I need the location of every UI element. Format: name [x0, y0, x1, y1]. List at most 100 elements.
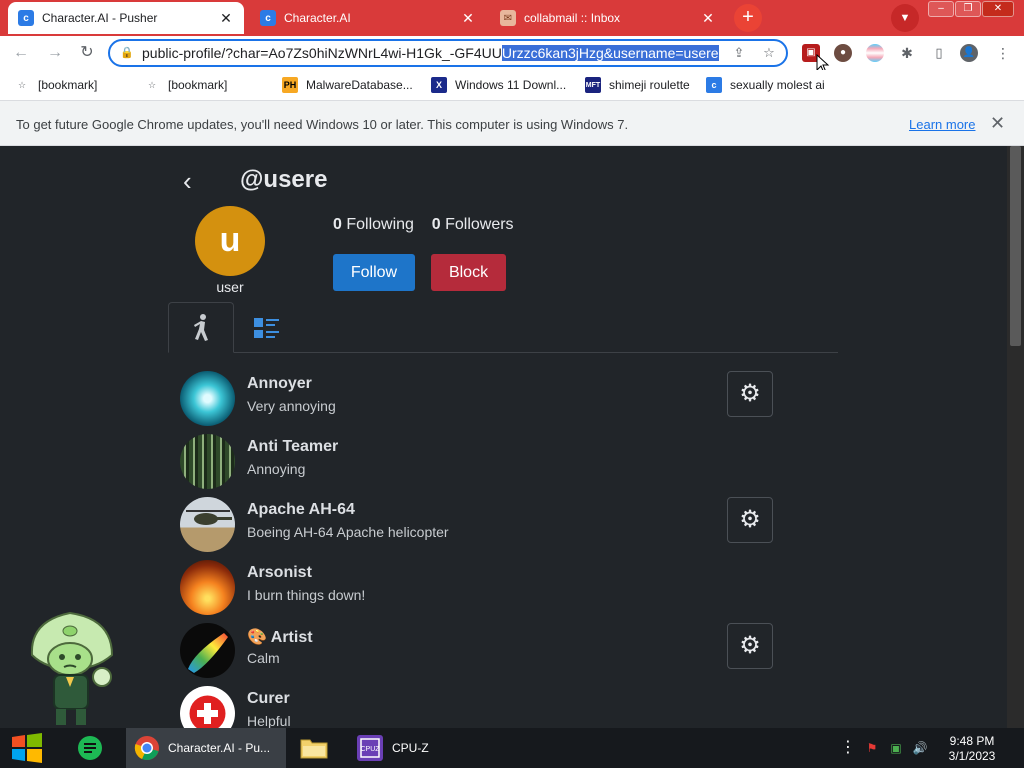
tab-list[interactable] — [234, 302, 300, 353]
tab-title: collabmail :: Inbox — [524, 11, 621, 25]
update-infobar: To get future Google Chrome updates, you… — [0, 100, 1024, 146]
following-label: Following — [346, 216, 414, 233]
action-center-flag-icon[interactable]: ⚑ — [864, 740, 880, 756]
profile-icon[interactable]: 👤 — [960, 44, 978, 62]
character-name: Arsonist — [247, 564, 312, 581]
list-item[interactable]: Arsonist I burn things down! — [180, 560, 780, 620]
character-description: Annoying — [247, 461, 306, 477]
helicopter-icon — [186, 510, 232, 525]
taskbar-app-notes[interactable] — [70, 728, 110, 768]
character-description: Very annoying — [247, 398, 336, 414]
bookmark-malware-database[interactable]: PH MalwareDatabase... — [282, 77, 413, 93]
page-scrollbar[interactable] — [1007, 146, 1024, 728]
extension-flag-icon[interactable] — [866, 44, 884, 62]
taskbar-item-chrome[interactable]: Character.AI - Pu... — [126, 728, 286, 768]
learn-more-link[interactable]: Learn more — [909, 117, 975, 132]
share-icon[interactable]: ⇪ — [730, 44, 748, 62]
maximize-button[interactable]: ❐ — [955, 1, 981, 17]
menu-kebab-icon[interactable]: ⋮ — [994, 44, 1012, 62]
reload-icon[interactable]: ↻ — [76, 42, 98, 64]
shimeji-mascot[interactable] — [26, 611, 122, 728]
gear-icon: ⚙ — [739, 380, 761, 407]
svg-text:CPUZ: CPUZ — [360, 746, 380, 753]
character-name: Annoyer — [247, 375, 312, 392]
extension-avatar-icon[interactable]: ● — [834, 44, 852, 62]
following-count: 0 — [333, 216, 342, 233]
notes-app-icon — [78, 736, 102, 760]
follow-button[interactable]: Follow — [333, 254, 415, 291]
character-avatar — [180, 623, 235, 678]
chrome-icon — [134, 736, 159, 761]
scrollbar-thumb[interactable] — [1010, 146, 1021, 346]
minimize-button[interactable]: – — [928, 1, 954, 17]
address-bar[interactable]: 🔒 public-profile/?char=Ao7Zs0hiNzWNrL4wi… — [108, 39, 788, 67]
volume-icon[interactable]: 🔊 — [912, 740, 928, 756]
character-avatar — [180, 686, 235, 728]
ph-icon: PH — [282, 77, 298, 93]
windows-start-icon[interactable] — [10, 732, 44, 764]
system-clock[interactable]: 9:48 PM 3/1/2023 — [940, 734, 1004, 764]
bookmark-windows-11-download[interactable]: X Windows 11 Downl... — [431, 77, 566, 93]
forward-arrow-icon[interactable]: → — [44, 42, 66, 64]
medical-cross-icon — [189, 695, 226, 728]
list-item[interactable]: Curer Helpful — [180, 686, 780, 728]
close-tab-icon[interactable]: ✕ — [460, 10, 476, 27]
character-avatar — [180, 371, 235, 426]
character-ai-icon: c — [260, 10, 276, 26]
taskbar-item-label: Character.AI - Pu... — [168, 741, 271, 755]
windows-taskbar: Character.AI - Pu... CPUZ CPU-Z ⋮ ⚑ ▣ 🔊 … — [0, 728, 1024, 768]
settings-button[interactable]: ⚙ — [727, 497, 773, 543]
tab-search-chevron-icon[interactable]: ▼ — [891, 4, 919, 32]
bookmark-shimeji-roulette[interactable]: MFT shimeji roulette — [585, 77, 690, 93]
character-description: I burn things down! — [247, 587, 366, 603]
back-arrow-icon[interactable]: ← — [10, 42, 32, 64]
close-tab-icon[interactable]: ✕ — [700, 10, 716, 27]
paintbrush-icon — [188, 633, 228, 673]
settings-button[interactable]: ⚙ — [727, 623, 773, 669]
list-item[interactable]: Anti Teamer Annoying — [180, 434, 780, 494]
tab-title: Character.AI - Pusher — [42, 11, 158, 25]
bookmarks-bar: ☆ [bookmark] ☆ [bookmark] PH MalwareData… — [0, 70, 1024, 100]
list-item[interactable]: Annoyer Very annoying ⚙ — [180, 371, 780, 431]
taskbar-item-cpu-z[interactable]: CPUZ CPU-Z — [350, 728, 500, 768]
new-tab-button[interactable]: + — [734, 4, 762, 32]
gear-icon: ⚙ — [739, 506, 761, 533]
close-tab-icon[interactable]: ✕ — [218, 10, 234, 27]
bookmark-item[interactable]: ☆ [bookmark] — [14, 77, 97, 93]
character-figure-icon — [194, 313, 208, 341]
character-description: Boeing AH-64 Apache helicopter — [247, 524, 449, 540]
tab-character-ai[interactable]: c Character.AI ✕ — [250, 2, 486, 34]
tab-collabmail-inbox[interactable]: ✉ collabmail :: Inbox ✕ — [490, 2, 726, 34]
back-chevron-icon[interactable]: ‹ — [183, 168, 203, 194]
block-button[interactable]: Block — [431, 254, 506, 291]
close-icon[interactable]: ✕ — [990, 113, 1005, 134]
extensions-puzzle-icon[interactable]: ✱ — [898, 44, 916, 62]
settings-button[interactable]: ⚙ — [727, 371, 773, 417]
bookmark-item[interactable]: ☆ [bookmark] — [144, 77, 227, 93]
taskbar-app-explorer[interactable] — [294, 728, 334, 768]
close-window-button[interactable]: ✕ — [982, 1, 1014, 17]
display-name: user — [216, 279, 244, 295]
selected-url-text: Urzzc6kan3jHzg&username=usere — [501, 45, 719, 61]
character-avatar — [180, 434, 235, 489]
tray-overflow-icon[interactable]: ⋮ — [840, 740, 856, 756]
tab-characters[interactable] — [168, 302, 234, 353]
network-icon[interactable]: ▣ — [888, 740, 904, 756]
character-name: 🎨 Artist — [247, 629, 313, 646]
list-item[interactable]: 🎨 Artist Calm ⚙ — [180, 623, 780, 683]
x-icon: X — [431, 77, 447, 93]
profile-tabs — [168, 302, 838, 353]
lock-icon: 🔒 — [120, 47, 134, 59]
clock-time: 9:48 PM — [949, 734, 995, 748]
side-panel-icon[interactable]: ▯ — [930, 44, 948, 62]
bookmark-icon: ☆ — [147, 79, 157, 90]
followers-count: 0 — [431, 216, 441, 233]
bookmark-item[interactable]: c sexually molest ai — [706, 77, 825, 93]
character-name: Curer — [247, 690, 290, 707]
mft-icon: MFT — [585, 77, 601, 93]
address-url[interactable]: public-profile/?char=Ao7Zs0hiNzWNrL4wi-H… — [142, 45, 719, 61]
taskbar-item-label: CPU-Z — [392, 741, 429, 755]
list-item[interactable]: Apache AH-64 Boeing AH-64 Apache helicop… — [180, 497, 780, 557]
tab-character-ai-pusher[interactable]: c Character.AI - Pusher ✕ — [8, 2, 244, 34]
bookmark-star-icon[interactable]: ☆ — [760, 44, 778, 62]
